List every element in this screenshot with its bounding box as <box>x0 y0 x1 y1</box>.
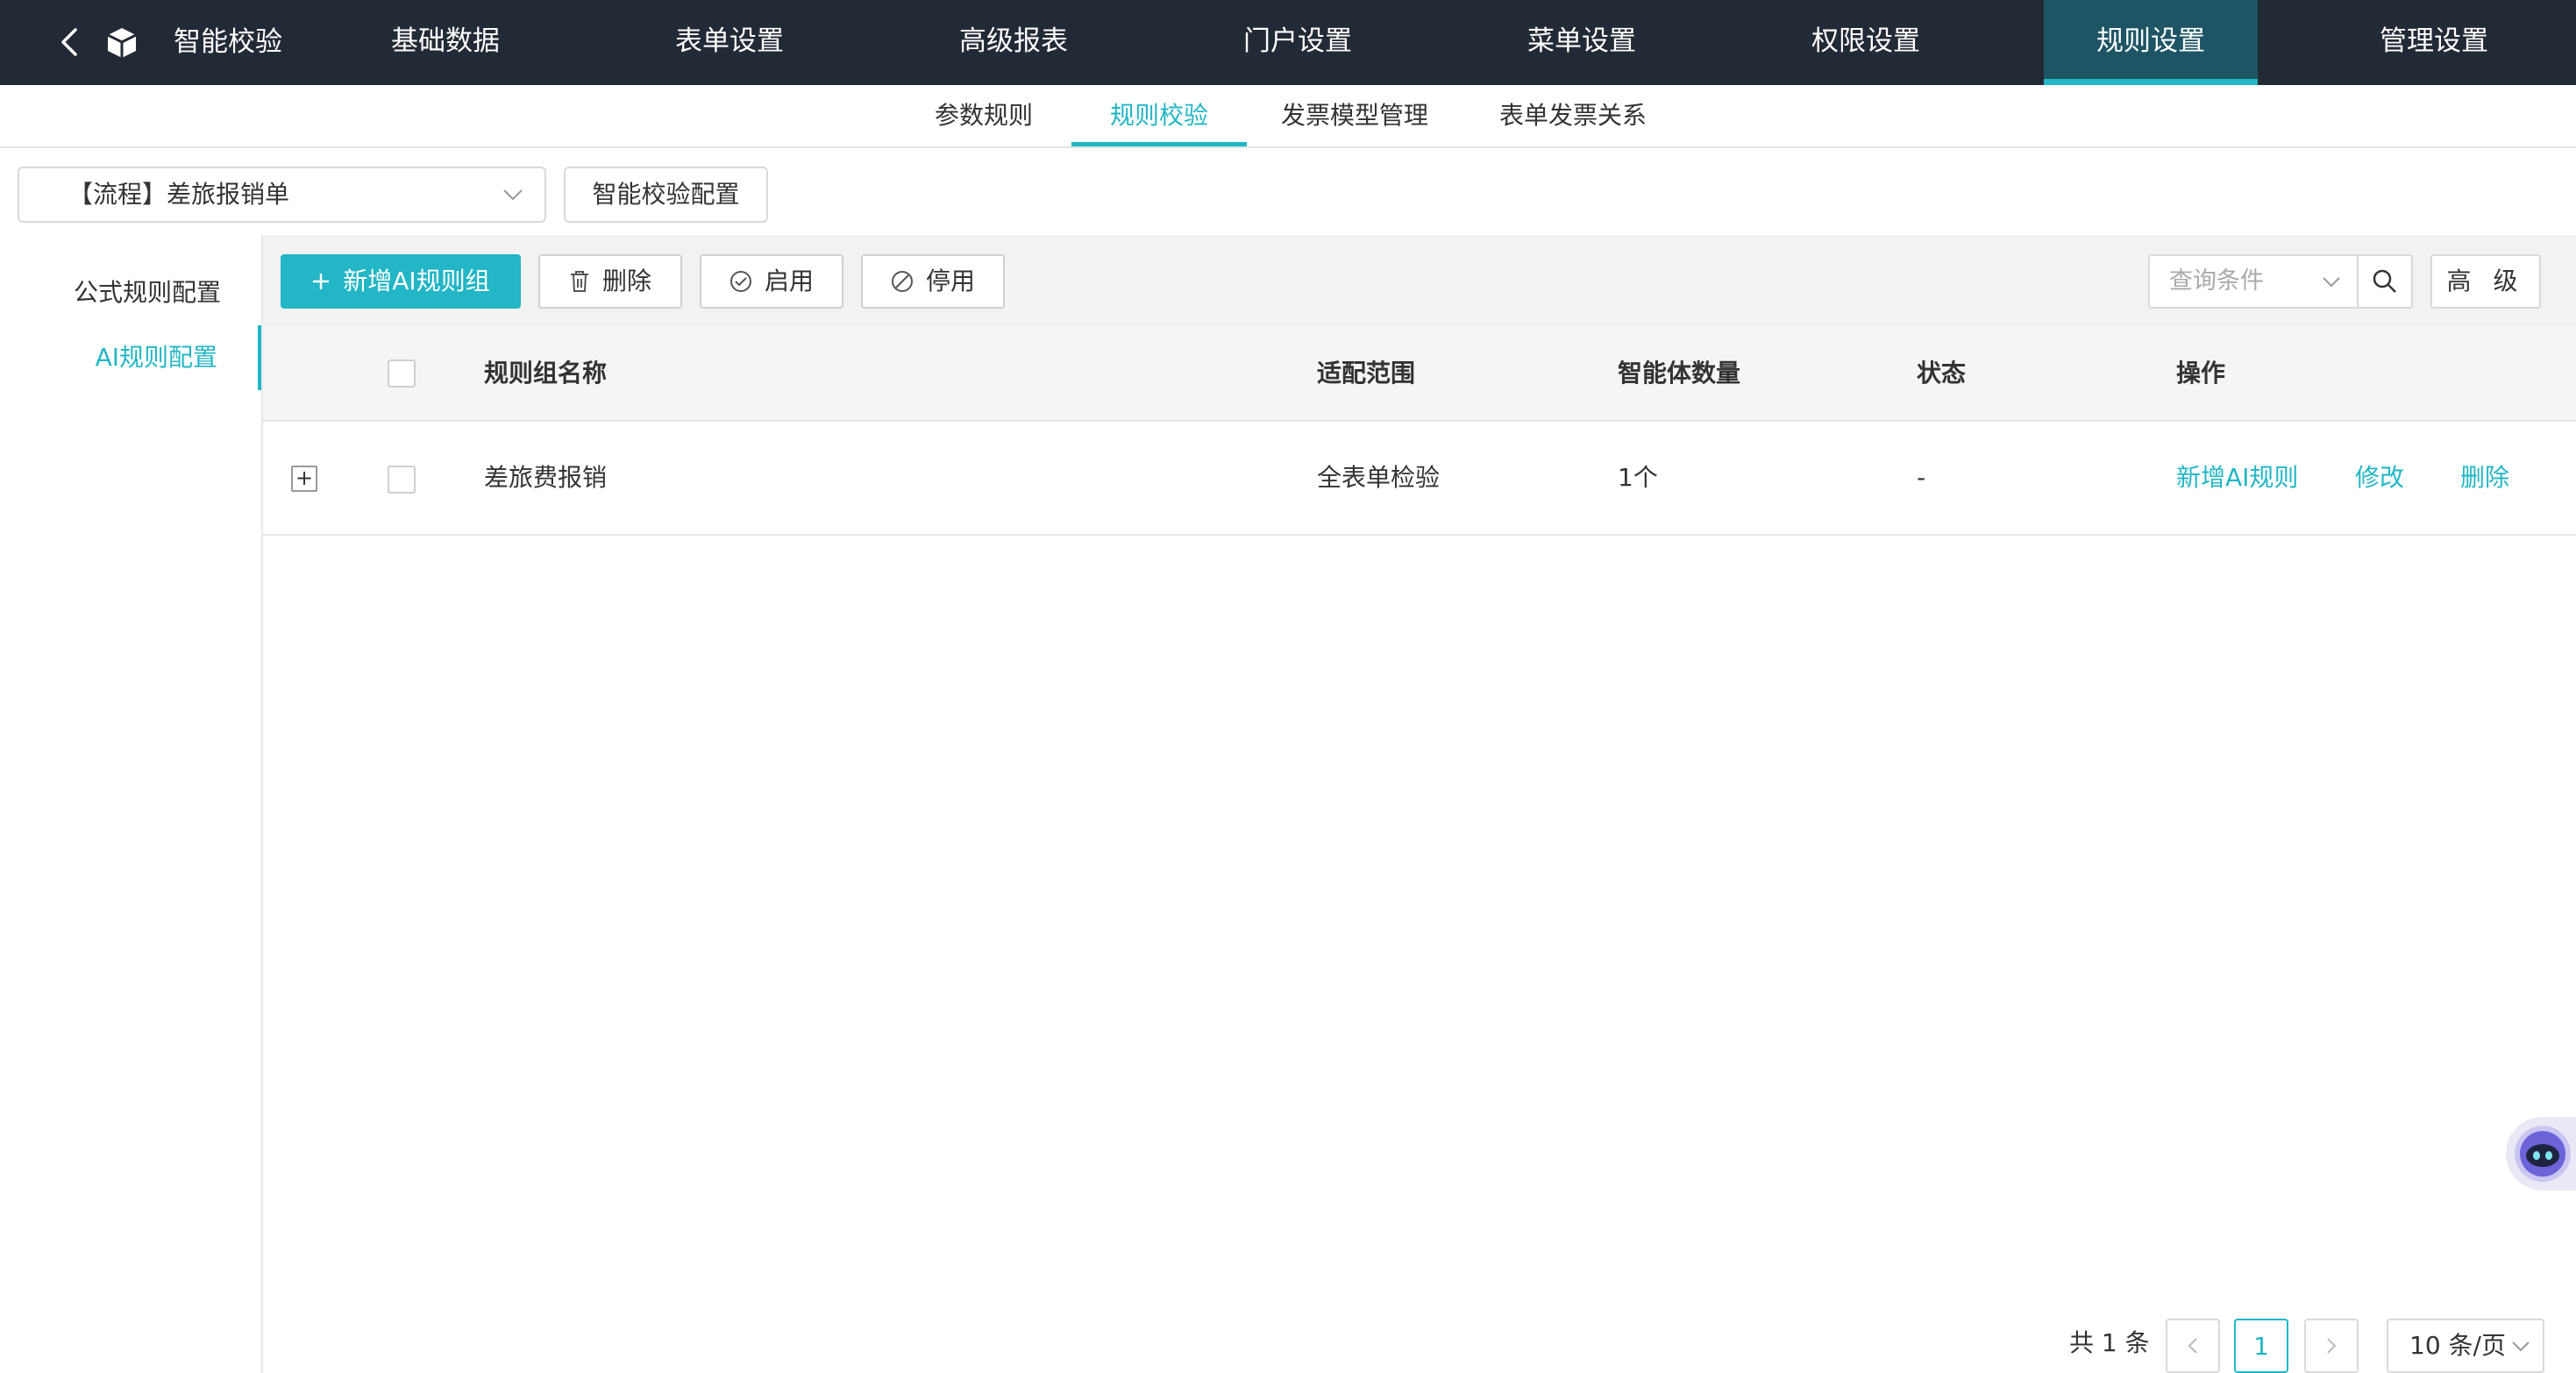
header-rule-group-name: 规则组名称 <box>484 359 608 388</box>
nav-item-portal-settings[interactable]: 门户设置 <box>1191 0 1405 85</box>
tab-rule-validation[interactable]: 规则校验 <box>1071 85 1247 146</box>
delete-label: 删除 <box>601 267 651 295</box>
add-ai-rule-link[interactable]: 新增AI规则 <box>2176 422 2298 534</box>
app-title: 智能校验 <box>174 26 282 58</box>
cell-rule-group-name: 差旅费报销 <box>484 463 608 492</box>
disable-button[interactable]: 停用 <box>861 254 1005 309</box>
table-row: + 差旅费报销 全表单检验 1个 - 新增AI规则 修改 删除 <box>263 422 2576 536</box>
chevron-down-icon <box>503 189 523 201</box>
cell-agent-count: 1个 <box>1618 463 1658 492</box>
delete-row-link[interactable]: 删除 <box>2460 422 2509 534</box>
tab-parameter-rules[interactable]: 参数规则 <box>919 85 1049 146</box>
top-navbar: 智能校验 基础数据 表单设置 高级报表 门户设置 菜单设置 权限设置 规则设置 … <box>0 0 2576 85</box>
plus-icon <box>313 274 330 289</box>
chevron-down-icon <box>2323 277 2340 288</box>
enable-label: 启用 <box>764 267 814 295</box>
trash-icon <box>570 271 588 292</box>
chevron-left-icon[interactable] <box>54 26 86 58</box>
side-menu: 公式规则配置 AI规则配置 <box>0 235 263 1373</box>
header-actions: 操作 <box>2176 359 2226 388</box>
query-condition-placeholder: 查询条件 <box>2169 267 2264 295</box>
toolbar: 新增AI规则组 删除 启用 停用 查询条件 高 级 <box>263 235 2576 327</box>
header-scope: 适配范围 <box>1317 359 1416 388</box>
chevron-left-icon <box>2188 1338 2197 1354</box>
form-select-value: 【流程】差旅报销单 <box>68 180 290 209</box>
pagination-total: 共 1 条 <box>2069 1328 2150 1357</box>
nav-item-basic-data[interactable]: 基础数据 <box>338 0 552 85</box>
sidemenu-item-ai-rules[interactable]: AI规则配置 <box>0 325 261 390</box>
nav-item-permission-settings[interactable]: 权限设置 <box>1759 0 1973 85</box>
add-ai-rule-group-button[interactable]: 新增AI规则组 <box>281 254 521 309</box>
header-agent-count: 智能体数量 <box>1618 359 1741 388</box>
robot-icon <box>2515 1126 2571 1182</box>
ai-assistant-button[interactable] <box>2506 1117 2576 1191</box>
page-number-button[interactable]: 1 <box>2234 1319 2288 1373</box>
add-ai-rule-group-label: 新增AI规则组 <box>343 267 490 295</box>
table-header: 规则组名称 适配范围 智能体数量 状态 操作 <box>263 327 2576 422</box>
nav-item-advanced-reports[interactable]: 高级报表 <box>907 0 1121 85</box>
cell-scope: 全表单检验 <box>1317 463 1441 492</box>
cube-icon <box>107 28 137 58</box>
prev-page-button[interactable] <box>2166 1319 2220 1373</box>
check-circle-icon <box>729 271 751 292</box>
nav-item-management-settings[interactable]: 管理设置 <box>2327 0 2541 85</box>
page-size-select[interactable]: 10 条/页 <box>2387 1319 2544 1373</box>
advanced-search-button[interactable]: 高 级 <box>2430 254 2541 309</box>
disable-label: 停用 <box>925 267 975 295</box>
query-condition-select[interactable]: 查询条件 <box>2148 254 2359 309</box>
search-icon <box>2373 269 2396 293</box>
nav-item-rule-settings[interactable]: 规则设置 <box>2044 0 2258 85</box>
enable-button[interactable]: 启用 <box>700 254 843 309</box>
tab-form-invoice-relation[interactable]: 表单发票关系 <box>1487 85 1659 146</box>
sub-tabs: 参数规则 规则校验 发票模型管理 表单发票关系 <box>0 85 2576 148</box>
tab-invoice-model[interactable]: 发票模型管理 <box>1271 85 1438 146</box>
ban-icon <box>891 271 913 292</box>
search-button[interactable] <box>2357 254 2413 309</box>
page-size-value: 10 条/页 <box>2409 1331 2506 1360</box>
delete-button[interactable]: 删除 <box>538 254 682 309</box>
chevron-down-icon <box>2512 1341 2530 1352</box>
smart-validation-config-button[interactable]: 智能校验配置 <box>564 167 768 223</box>
cell-status: - <box>1917 463 1926 492</box>
sidemenu-item-formula-rules[interactable]: 公式规则配置 <box>0 260 261 325</box>
edit-link[interactable]: 修改 <box>2355 422 2404 534</box>
nav-item-menu-settings[interactable]: 菜单设置 <box>1475 0 1689 85</box>
form-select[interactable]: 【流程】差旅报销单 <box>18 167 546 223</box>
main-content: 新增AI规则组 删除 启用 停用 查询条件 高 级 规则组名称 适配范围 智能体… <box>263 235 2576 1373</box>
expand-row-icon[interactable]: + <box>291 466 317 492</box>
next-page-button[interactable] <box>2304 1319 2359 1373</box>
chevron-right-icon <box>2327 1338 2337 1354</box>
nav-item-form-settings[interactable]: 表单设置 <box>623 0 836 85</box>
header-status: 状态 <box>1917 359 1967 388</box>
select-all-checkbox[interactable] <box>388 359 416 388</box>
row-checkbox[interactable] <box>388 466 416 494</box>
